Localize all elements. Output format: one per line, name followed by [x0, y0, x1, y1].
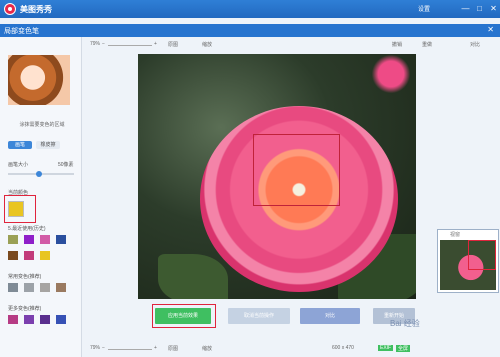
- app-logo-icon: [4, 3, 16, 15]
- minimize-icon[interactable]: —: [460, 3, 471, 14]
- common-color-swatch[interactable]: [24, 283, 34, 292]
- fit-button[interactable]: 原图: [168, 41, 178, 48]
- leaf-left: [158, 254, 228, 299]
- more-color-swatch[interactable]: [56, 315, 66, 324]
- recolored-region-highlight: [253, 134, 340, 206]
- more-color-swatch[interactable]: [24, 315, 34, 324]
- close-icon[interactable]: ✕: [488, 3, 499, 14]
- recent-color-swatch[interactable]: [40, 235, 50, 244]
- top-toolbar: 79% − + 原图 缩放 撤销 重做 对比: [82, 40, 500, 50]
- recent-color-swatch[interactable]: [24, 251, 34, 260]
- recent-color-swatch[interactable]: [56, 235, 66, 244]
- bottom-zoom-out-icon[interactable]: −: [102, 345, 105, 351]
- background-flower: [366, 54, 416, 94]
- maximize-icon[interactable]: □: [474, 3, 485, 14]
- size-value: 50像素: [58, 162, 74, 168]
- exif-button[interactable]: EXIF: [378, 345, 394, 351]
- recent-color-swatch[interactable]: [8, 251, 18, 260]
- recent-colors-label: 5.最近使用(历史): [8, 226, 46, 232]
- zoom-slider[interactable]: [108, 45, 152, 46]
- size-slider[interactable]: [8, 171, 74, 177]
- image-size-readout: 600 x 470: [332, 345, 354, 351]
- brush-mode-button[interactable]: 画笔: [8, 141, 32, 149]
- zoom-out-icon[interactable]: −: [102, 41, 105, 47]
- preview-viewport[interactable]: [468, 240, 496, 270]
- brush-hint: 涂抹需要变色的区域: [19, 122, 65, 128]
- recent-color-swatch[interactable]: [8, 235, 18, 244]
- compare-toolbar-button[interactable]: 对比: [470, 41, 480, 48]
- common-color-swatch[interactable]: [8, 283, 18, 292]
- apply-effect-button[interactable]: 应用当前效果: [155, 308, 211, 324]
- bottom-zoom-level: 79%: [90, 345, 101, 351]
- size-slider-thumb[interactable]: [36, 171, 42, 177]
- settings-button[interactable]: 设置: [418, 4, 430, 13]
- bottom-zoom-slider[interactable]: [108, 349, 152, 350]
- common-color-swatch[interactable]: [40, 283, 50, 292]
- bottom-zoom-in-icon[interactable]: +: [154, 345, 157, 351]
- zoom-in-icon[interactable]: +: [154, 41, 157, 47]
- app-title: 美图秀秀: [20, 5, 52, 14]
- watermark: Bai 经验: [390, 319, 420, 328]
- preview-label: 视窗: [450, 232, 461, 238]
- redo-button[interactable]: 重做: [422, 41, 432, 48]
- common-colors-label: 常用变色(推荐): [8, 274, 42, 280]
- size-label: 画笔大小: [8, 162, 29, 168]
- fullscreen-button[interactable]: 全屏: [396, 345, 411, 352]
- dialog-title-bar: 局部变色笔 ✕: [0, 24, 500, 37]
- recent-color-swatch[interactable]: [40, 251, 50, 260]
- preview-thumbnail[interactable]: 视窗: [437, 229, 499, 293]
- more-color-swatch[interactable]: [8, 315, 18, 324]
- eraser-mode-button[interactable]: 橡皮擦: [36, 141, 60, 149]
- brush-preview-image: [8, 55, 70, 105]
- compare-button[interactable]: 对比: [300, 308, 360, 324]
- cancel-operation-button[interactable]: 取消当前操作: [228, 308, 290, 324]
- more-colors-label: 更多变色(推荐): [8, 306, 42, 312]
- recent-color-swatch[interactable]: [24, 235, 34, 244]
- left-panel: 涂抹需要变色的区域 画笔 橡皮擦 画笔大小 50像素 当前颜色 5.最近使用(历…: [0, 37, 82, 357]
- app-title-bar: 美图秀秀 设置 — □ ✕: [0, 0, 500, 18]
- undo-button[interactable]: 撤销: [392, 41, 402, 48]
- photo-canvas[interactable]: [138, 54, 416, 299]
- dialog-close-icon[interactable]: ✕: [487, 25, 494, 34]
- actual-size-button[interactable]: 缩放: [202, 41, 212, 48]
- dialog-title: 局部变色笔: [4, 28, 39, 35]
- bottom-actual-size-button[interactable]: 缩放: [202, 345, 212, 352]
- common-color-swatch[interactable]: [56, 283, 66, 292]
- current-color-swatch[interactable]: [8, 201, 24, 217]
- bottom-toolbar: 79% − + 原图 缩放 600 x 470 EXIF 全屏: [82, 344, 500, 354]
- bottom-fit-button[interactable]: 原图: [168, 345, 178, 352]
- zoom-level: 79%: [90, 41, 101, 47]
- more-color-swatch[interactable]: [40, 315, 50, 324]
